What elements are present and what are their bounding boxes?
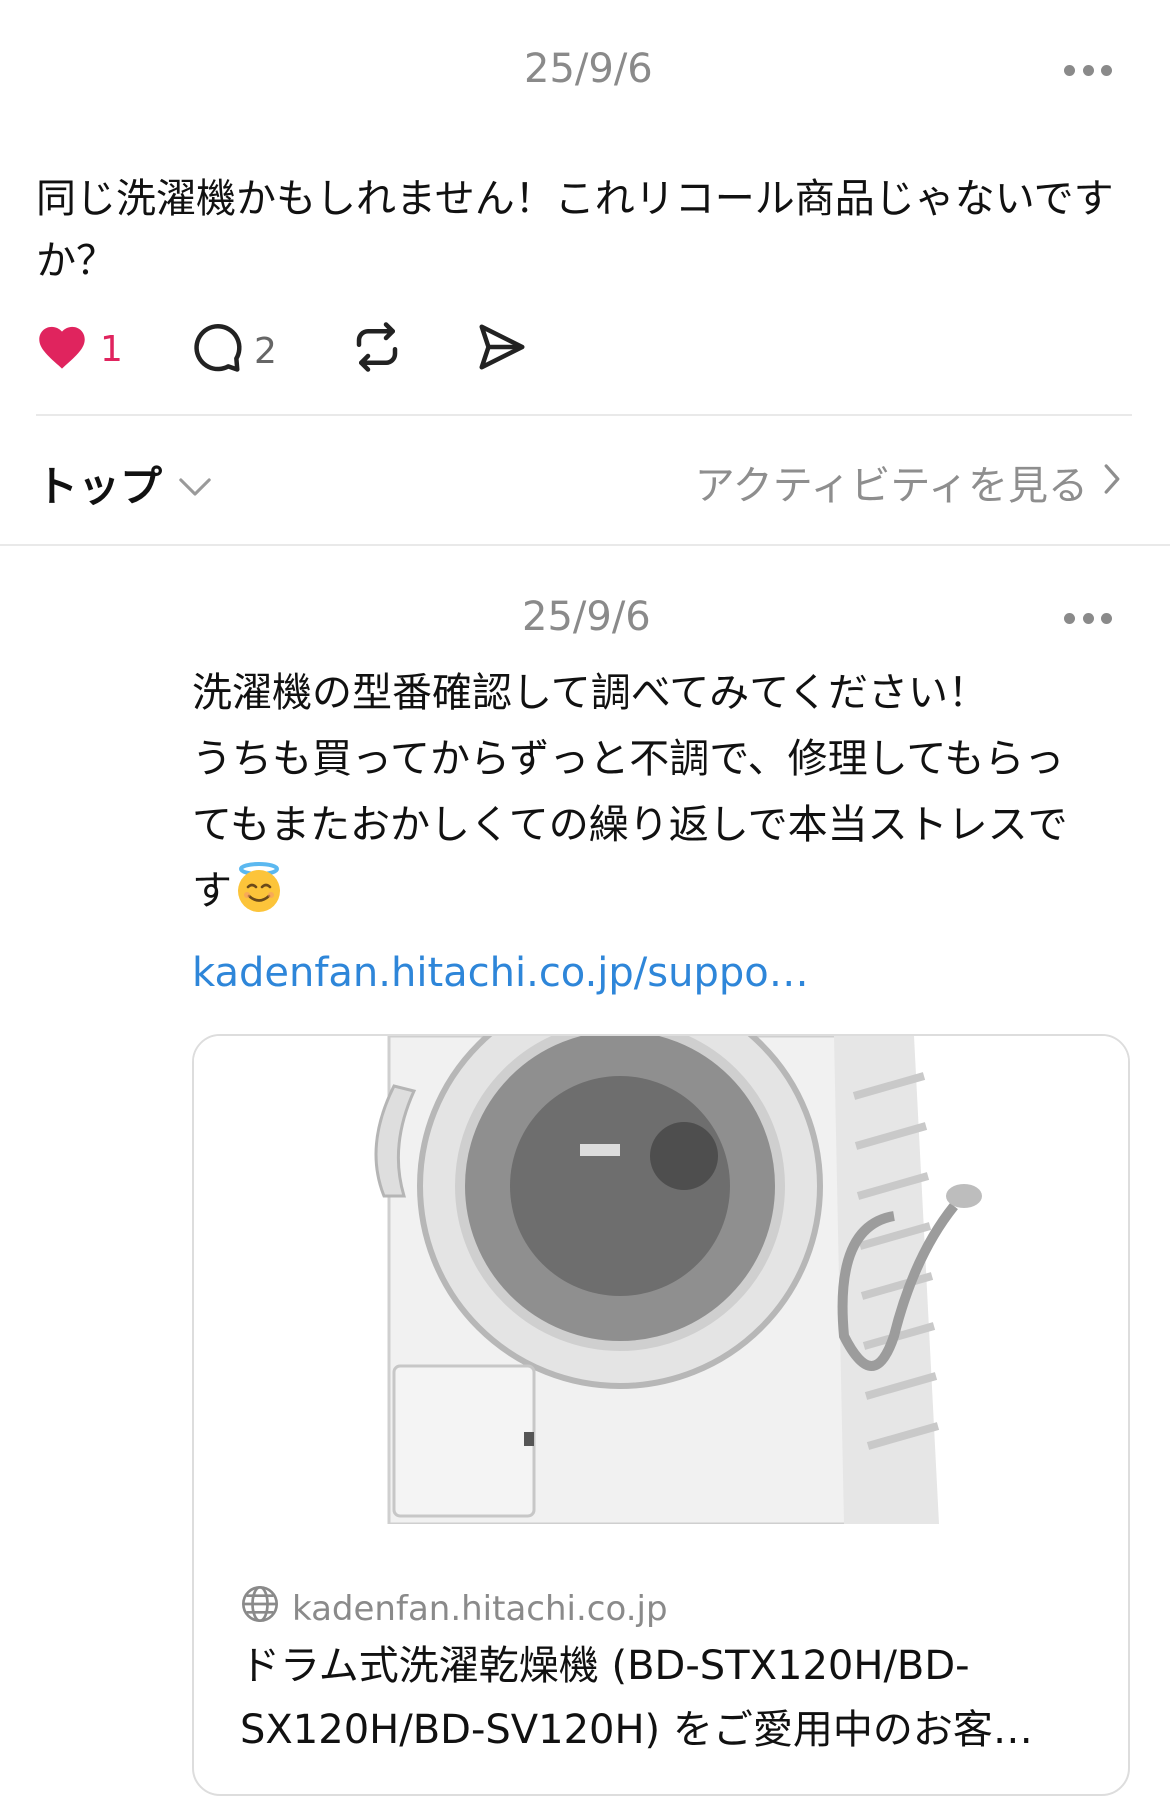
- link-preview-card[interactable]: kadenfan.hitachi.co.jp ドラム式洗濯乾燥機 (BD-STX…: [192, 1034, 1130, 1796]
- card-title: ドラム式洗濯乾燥機 (BD-STX120H/BD- SX120H/BD-SV12…: [240, 1634, 1090, 1762]
- card-title-line-1: ドラム式洗濯乾燥機 (BD-STX120H/BD-: [240, 1643, 970, 1689]
- reply-text-line-4: す: [192, 868, 232, 914]
- share-button[interactable]: [474, 320, 530, 383]
- card-title-line-2: SX120H/BD-SV120H) をご愛用中のお客…: [240, 1707, 1033, 1753]
- post-date: 25/9/6: [524, 46, 653, 92]
- post-divider: [36, 414, 1132, 416]
- more-options-icon[interactable]: [1064, 63, 1112, 77]
- sort-dropdown[interactable]: トップ: [36, 453, 212, 514]
- reply-text-line-1: 洗濯機の型番確認して調べてみてください！: [192, 670, 988, 716]
- activity-label: アクティビティを見る: [694, 463, 1088, 509]
- reply-button[interactable]: 2: [190, 320, 277, 383]
- send-icon: [474, 320, 530, 383]
- card-domain: kadenfan.hitachi.co.jp: [292, 1588, 668, 1629]
- reply-count: 2: [254, 331, 277, 372]
- repost-button[interactable]: [350, 320, 404, 383]
- card-domain-row: kadenfan.hitachi.co.jp: [240, 1584, 668, 1633]
- view-activity-link[interactable]: アクティビティを見る: [695, 453, 1122, 511]
- heart-icon: [34, 320, 90, 379]
- reply-text-line-3: てもまたおかしくての繰り返しで本当ストレスで: [192, 802, 1068, 848]
- repost-icon: [350, 320, 404, 383]
- washing-machine-image: [194, 1036, 1128, 1526]
- comment-icon: [190, 320, 244, 383]
- reply-date: 25/9/6: [522, 594, 651, 640]
- chevron-down-icon: [178, 459, 212, 508]
- section-divider: [0, 544, 1170, 546]
- reply-text-line-2: うちも買ってからずっと不調で、修理してもらっ: [192, 736, 1065, 782]
- reply-link[interactable]: kadenfan.hitachi.co.jp/suppo…: [192, 950, 809, 996]
- reply-text: 洗濯機の型番確認して調べてみてください！ うちも買ってからずっと不調で、修理して…: [192, 660, 1132, 924]
- smiling-face-with-halo-icon: [232, 860, 286, 914]
- sort-label: トップ: [36, 462, 163, 511]
- chevron-right-icon: [1102, 459, 1122, 505]
- globe-icon: [240, 1584, 280, 1633]
- post-text: 同じ洗濯機かもしれません！これリコール商品じゃないですか？: [36, 176, 1114, 284]
- like-button[interactable]: 1: [34, 320, 123, 379]
- like-count: 1: [100, 329, 123, 370]
- reply-more-options-icon[interactable]: [1064, 611, 1112, 625]
